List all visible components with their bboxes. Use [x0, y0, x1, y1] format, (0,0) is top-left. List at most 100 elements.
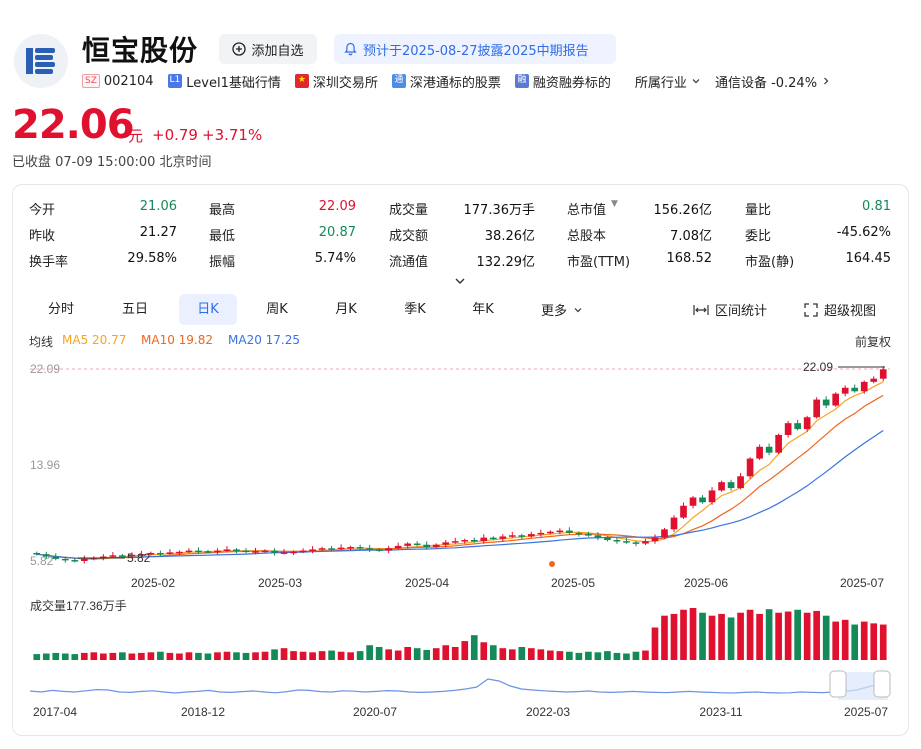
candle-body — [80, 558, 88, 561]
overview-line — [29, 678, 891, 694]
volume-bar — [404, 647, 412, 660]
candle-body — [651, 537, 659, 542]
candle-body — [309, 549, 316, 551]
candle-body — [261, 550, 269, 553]
overview-x-label: 2020-07 — [353, 705, 397, 719]
volume-bar — [100, 653, 107, 660]
volume-bar — [499, 648, 507, 660]
candle-body — [784, 423, 792, 435]
candle-body — [756, 446, 763, 459]
volume-bar — [775, 612, 782, 660]
candle-body — [432, 544, 440, 548]
candle-body — [670, 517, 678, 530]
volume-bar — [119, 652, 126, 660]
volume-bar — [841, 619, 849, 660]
volume-bar — [585, 651, 592, 660]
volume-bar — [328, 650, 335, 660]
overview-x-label: 2025-07 — [844, 705, 888, 719]
volume-bar — [52, 652, 60, 660]
candle-body — [356, 547, 364, 549]
volume-bar — [157, 651, 164, 660]
candle-body — [489, 537, 497, 540]
overview-x-label: 2018-12 — [181, 705, 225, 719]
volume-bar — [451, 647, 459, 660]
volume-bar — [489, 645, 497, 660]
volume-bar — [480, 642, 488, 660]
volume-bar — [204, 653, 212, 660]
volume-bar — [271, 649, 278, 660]
volume-bar — [508, 649, 516, 660]
volume-bar — [737, 612, 744, 660]
candle-body — [499, 536, 507, 539]
candle-body — [508, 535, 516, 537]
volume-bar — [80, 652, 88, 660]
event-dot-icon — [549, 561, 555, 567]
volume-bar — [765, 609, 773, 660]
candle-body — [699, 497, 706, 503]
candle-body — [803, 417, 811, 430]
volume-bar — [280, 648, 288, 660]
x-axis-label: 2025-06 — [684, 576, 728, 590]
volume-bar — [860, 621, 868, 660]
candle-body — [556, 530, 564, 533]
x-axis-label: 2025-05 — [551, 576, 595, 590]
x-axis-label: 2025-02 — [131, 576, 175, 590]
volume-bar — [756, 613, 763, 660]
volume-bar — [90, 652, 98, 660]
candle-body — [366, 548, 373, 550]
candle-body — [851, 387, 859, 392]
candle-body — [214, 550, 221, 553]
volume-bar — [309, 652, 316, 660]
candle-body — [879, 369, 887, 379]
volume-bar — [461, 641, 469, 660]
y-axis-label: 13.96 — [30, 458, 60, 472]
candle-body — [746, 458, 754, 477]
volume-bar — [851, 624, 859, 660]
volume-bar — [794, 609, 801, 660]
volume-bar — [42, 653, 50, 660]
high-marker-label: 22.09 — [803, 360, 833, 374]
candle-body — [727, 482, 735, 489]
candle-body — [119, 555, 126, 557]
volume-bar — [252, 652, 259, 660]
volume-bar — [337, 651, 345, 660]
candle-body — [347, 547, 354, 549]
candle-body — [737, 476, 744, 489]
candle-body — [451, 541, 459, 543]
candle-body — [680, 505, 687, 518]
candle-body — [233, 549, 240, 551]
volume-bar — [233, 652, 240, 660]
volume-bar — [470, 635, 478, 660]
volume-bar — [680, 609, 687, 660]
volume-bar — [442, 645, 450, 660]
candle-body — [689, 497, 697, 506]
candle-body — [299, 550, 307, 553]
candle-body — [518, 535, 526, 537]
candle-body — [566, 530, 573, 533]
candle-body — [185, 550, 193, 553]
volume-bar — [413, 648, 421, 660]
volume-bar — [366, 645, 373, 660]
volume-bar — [879, 624, 887, 660]
kline-chart[interactable]: 22.09 13.96 5.82 22.09 5.82 2025-02 2025-03 202… — [0, 0, 921, 749]
candle-body — [547, 531, 554, 534]
candle-body — [841, 387, 849, 394]
candle-body — [52, 556, 60, 559]
volume-bar — [128, 653, 136, 660]
candle-body — [290, 551, 297, 554]
candle-body — [775, 434, 782, 453]
volume-bar — [566, 651, 573, 660]
candle-body — [413, 543, 421, 546]
volume-bar — [594, 652, 602, 660]
candle-body — [223, 549, 231, 551]
volume-bar — [727, 617, 735, 660]
volume-bar — [632, 651, 640, 660]
volume-bar — [803, 612, 811, 660]
volume-bar — [784, 611, 792, 660]
overview-right-handle — [873, 670, 891, 698]
candle-body — [328, 548, 335, 550]
volume-bar — [623, 653, 630, 660]
volume-bar — [385, 649, 392, 660]
x-axis-label: 2025-04 — [405, 576, 449, 590]
volume-bar — [147, 652, 155, 660]
